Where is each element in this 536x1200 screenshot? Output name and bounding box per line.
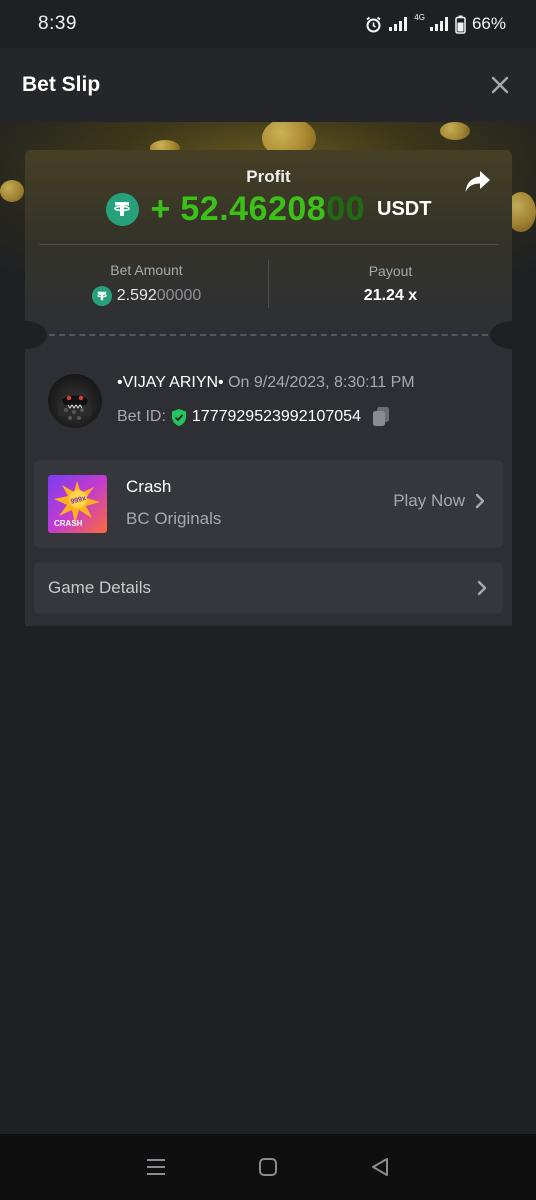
- game-thumbnail: 999x CRASH: [48, 475, 107, 533]
- profit-value-main: 52.46208: [180, 189, 327, 228]
- back-button[interactable]: [360, 1147, 400, 1187]
- page-title: Bet Slip: [22, 73, 101, 96]
- bet-date: On 9/24/2023, 8:30:11 PM: [228, 374, 415, 391]
- bet-amount-main: 2.592: [116, 287, 157, 304]
- game-provider: BC Originals: [126, 509, 222, 528]
- shield-check-icon: [171, 408, 186, 426]
- signal-icon-2: [429, 16, 449, 32]
- close-button[interactable]: [486, 71, 514, 99]
- avatar[interactable]: [48, 374, 102, 428]
- bet-stats: Bet Amount 2.59200000 Payout 21.24 x: [25, 256, 512, 312]
- play-now-label: Play Now: [393, 491, 465, 510]
- bet-id-line: Bet ID: 1777929523992107054: [117, 406, 391, 428]
- chevron-right-icon: [477, 580, 487, 596]
- profit-value-trailing: 00: [326, 189, 366, 228]
- menu-icon: [147, 1159, 165, 1175]
- payout-value: 21.24 x: [363, 287, 418, 304]
- system-nav-bar: [0, 1134, 536, 1200]
- play-now-button[interactable]: Play Now: [393, 491, 485, 511]
- profit-value: 52.4620800: [180, 190, 365, 229]
- game-name: Crash: [126, 477, 172, 496]
- battery-percent: 66%: [471, 14, 506, 33]
- back-icon: [372, 1158, 388, 1176]
- bet-amount-value: 2.59200000: [91, 286, 202, 306]
- bet-amount-stat: Bet Amount 2.59200000: [25, 256, 268, 312]
- game-details-row[interactable]: Game Details: [34, 562, 503, 614]
- bet-amount-label: Bet Amount: [110, 262, 183, 278]
- copy-icon: [372, 407, 389, 426]
- bet-id-label: Bet ID:: [117, 408, 166, 425]
- divider: [39, 244, 498, 245]
- battery-icon: [455, 15, 466, 34]
- close-icon: [491, 76, 509, 94]
- network-type: 4G: [414, 13, 425, 22]
- user-line: •VIJAY ARIYN• On 9/24/2023, 8:30:11 PM: [117, 374, 415, 392]
- perforation-line: [49, 334, 488, 336]
- coin-decoration: [0, 180, 24, 202]
- username[interactable]: •VIJAY ARIYN•: [117, 374, 224, 391]
- ticket-notch-left: [3, 321, 47, 349]
- status-bar: 8:39 4G 66%: [0, 0, 536, 48]
- profit-label: Profit: [246, 167, 291, 186]
- bet-slip-card: Profit + 52.4620800 USDT Bet Amount 2.59…: [3, 150, 534, 626]
- profit-amount: + 52.4620800 USDT: [25, 188, 512, 230]
- usdt-icon: [105, 192, 139, 226]
- payout-stat: Payout 21.24 x: [269, 256, 512, 312]
- signal-icon: [388, 16, 408, 32]
- game-thumb-label: CRASH: [54, 519, 83, 528]
- chevron-right-icon: [475, 493, 485, 509]
- alarm-icon: [365, 16, 382, 33]
- recent-apps-button[interactable]: [136, 1147, 176, 1187]
- payout-label: Payout: [368, 263, 413, 279]
- status-time: 8:39: [38, 13, 77, 34]
- ticket-notch-right: [490, 321, 534, 349]
- coin-decoration: [440, 122, 470, 140]
- header: Bet Slip: [0, 48, 536, 122]
- home-button[interactable]: [248, 1147, 288, 1187]
- copy-button[interactable]: [371, 406, 391, 428]
- profit-sign: +: [150, 189, 171, 228]
- bet-id-value: 1777929523992107054: [191, 408, 361, 425]
- usdt-icon: [91, 286, 112, 306]
- profit-currency: USDT: [377, 197, 432, 220]
- status-icons: 4G 66%: [365, 14, 506, 34]
- home-icon: [259, 1158, 277, 1176]
- game-details-label: Game Details: [48, 578, 151, 597]
- bet-amount-trailing: 00000: [156, 287, 202, 304]
- game-row[interactable]: 999x CRASH Crash BC Originals Play Now: [34, 460, 503, 548]
